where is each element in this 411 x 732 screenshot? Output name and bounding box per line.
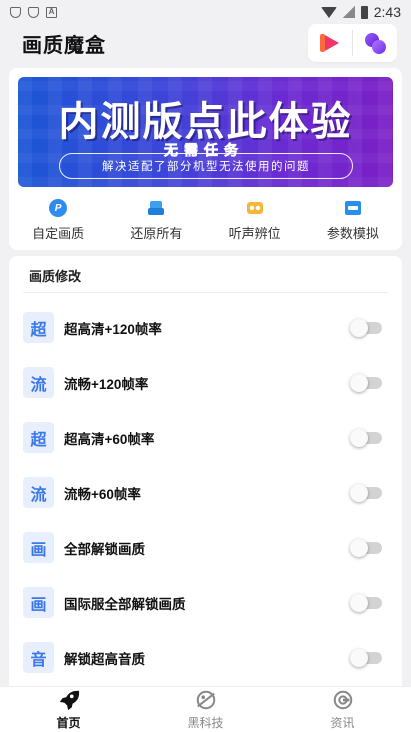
- simulate-icon: [344, 199, 362, 217]
- restore-icon: [147, 199, 165, 217]
- status-time: 2:43: [373, 4, 401, 20]
- bubbles-app-button[interactable]: [353, 24, 397, 62]
- setting-row: 音 解锁超高音质: [9, 630, 402, 685]
- shield-icon: [10, 6, 21, 18]
- setting-row: 超 超高清+60帧率: [9, 410, 402, 465]
- nav-label: 首页: [56, 716, 81, 730]
- beta-banner[interactable]: 内测版点此体验 无需任务 解决适配了部分机型无法使用的问题: [18, 77, 393, 187]
- setting-label: 国际服全部解锁画质: [64, 596, 186, 612]
- toggle-knob: [350, 428, 368, 447]
- toggle-knob: [350, 318, 368, 337]
- shortcut-label: 还原所有: [130, 226, 183, 241]
- status-left: A: [10, 6, 57, 18]
- top-card: 内测版点此体验 无需任务 解决适配了部分机型无法使用的问题 P 自定画质 还原所…: [9, 68, 402, 250]
- setting-label: 流畅+60帧率: [64, 486, 141, 502]
- setting-toggle[interactable]: [350, 648, 382, 667]
- battery-icon: [360, 5, 368, 19]
- setting-label: 流畅+120帧率: [64, 376, 149, 392]
- nav-black-tech[interactable]: 黑科技: [137, 687, 274, 732]
- toggle-knob: [350, 648, 368, 667]
- shortcuts: P 自定画质 还原所有 听声辨位 参数模拟: [9, 199, 402, 245]
- shortcut-sound-locate[interactable]: 听声辨位: [206, 199, 304, 245]
- nav-label: 资讯: [330, 716, 355, 730]
- setting-row: 画 国际服全部解锁画质: [9, 575, 402, 630]
- toggle-knob: [350, 373, 368, 392]
- toggle-knob: [350, 483, 368, 502]
- shortcut-param-simulate[interactable]: 参数模拟: [304, 199, 402, 245]
- shortcut-label: 听声辨位: [228, 226, 281, 241]
- bubbles-icon: [362, 31, 388, 55]
- planet-icon: [194, 688, 218, 712]
- shortcut-label: 自定画质: [32, 226, 85, 241]
- setting-row: 流 流畅+60帧率: [9, 465, 402, 520]
- header-actions: [308, 24, 397, 62]
- p-icon: P: [49, 199, 68, 217]
- setting-badge: 流: [23, 367, 54, 398]
- setting-badge: 超: [23, 312, 54, 343]
- toggle-knob: [350, 593, 368, 612]
- wifi-icon: [320, 6, 337, 18]
- nav-home[interactable]: 首页: [0, 687, 137, 732]
- setting-row: 超 超高清+120帧率: [9, 300, 402, 355]
- rocket-icon: [57, 688, 81, 712]
- setting-row: 画 全部解锁画质: [9, 520, 402, 575]
- news-icon: [331, 688, 355, 712]
- setting-badge: 流: [23, 477, 54, 508]
- app-title: 画质魔盒: [22, 34, 106, 57]
- quality-settings-card: 画质修改 超 超高清+120帧率 流 流畅+120帧率 超 超高清+60帧率 流…: [9, 256, 402, 686]
- toggle-knob: [350, 538, 368, 557]
- settings-list: 超 超高清+120帧率 流 流畅+120帧率 超 超高清+60帧率 流 流畅+6…: [9, 300, 402, 685]
- shield-icon: [28, 6, 39, 18]
- video-app-button[interactable]: [308, 24, 352, 62]
- setting-toggle[interactable]: [350, 593, 382, 612]
- section-divider: [23, 292, 388, 293]
- setting-toggle[interactable]: [350, 373, 382, 392]
- setting-toggle[interactable]: [350, 538, 382, 557]
- banner-title: 内测版点此体验: [58, 98, 353, 145]
- setting-toggle[interactable]: [350, 483, 382, 502]
- a-notification-icon: A: [46, 6, 57, 18]
- sound-locate-icon: [246, 199, 264, 217]
- nav-label: 黑科技: [187, 716, 224, 730]
- play-icon: [320, 33, 340, 53]
- banner-subtitle: 解决适配了部分机型无法使用的问题: [102, 161, 310, 173]
- setting-label: 全部解锁画质: [64, 541, 145, 557]
- signal-icon: [342, 6, 355, 18]
- setting-label: 超高清+120帧率: [64, 321, 162, 337]
- section-title: 画质修改: [29, 269, 82, 284]
- setting-label: 解锁超高音质: [64, 651, 145, 667]
- bottom-nav: 首页 黑科技 资讯: [0, 686, 411, 732]
- setting-badge: 画: [23, 587, 54, 618]
- shortcut-label: 参数模拟: [326, 226, 379, 241]
- status-right: 2:43: [320, 4, 401, 20]
- setting-toggle[interactable]: [350, 318, 382, 337]
- setting-badge: 超: [23, 422, 54, 453]
- app-header: 画质魔盒: [0, 24, 411, 62]
- shortcut-restore-all[interactable]: 还原所有: [107, 199, 205, 245]
- setting-badge: 音: [23, 642, 54, 673]
- nav-news[interactable]: 资讯: [274, 687, 411, 732]
- setting-row: 流 流畅+120帧率: [9, 355, 402, 410]
- setting-toggle[interactable]: [350, 428, 382, 447]
- banner-subtitle-pill: 解决适配了部分机型无法使用的问题: [59, 153, 353, 179]
- setting-badge: 画: [23, 532, 54, 563]
- setting-label: 超高清+60帧率: [64, 431, 155, 447]
- status-bar: A 2:43: [0, 0, 411, 24]
- shortcut-custom-quality[interactable]: P 自定画质: [9, 199, 107, 245]
